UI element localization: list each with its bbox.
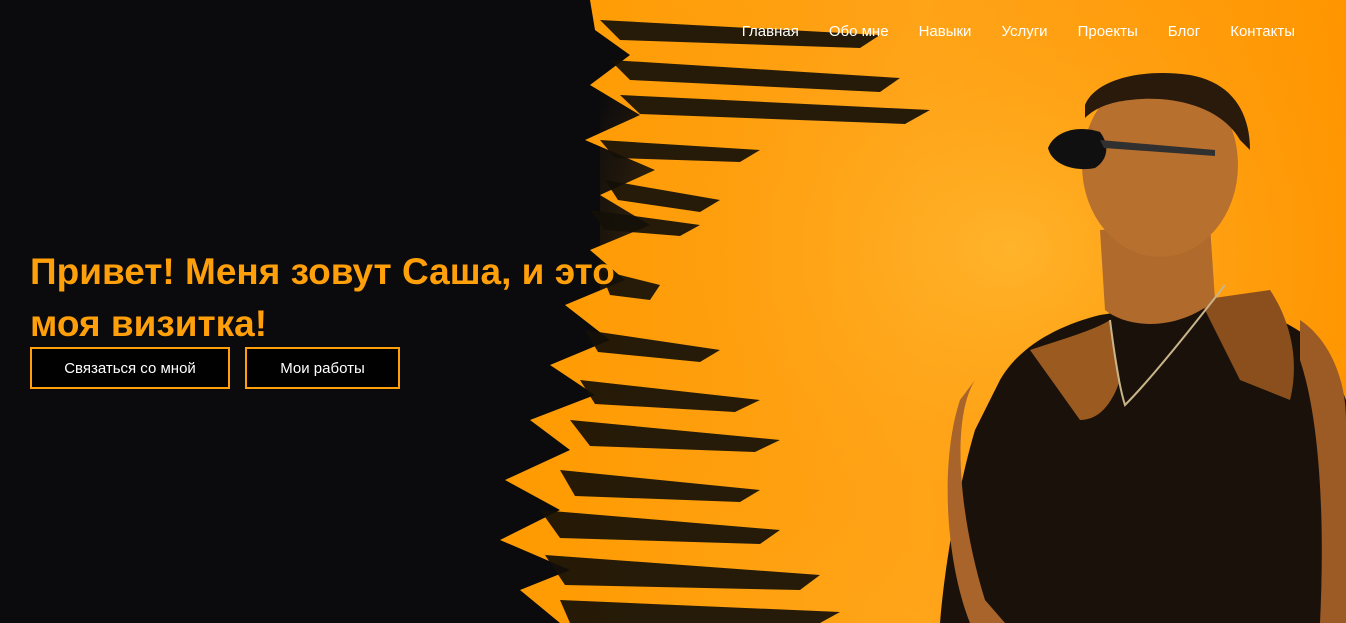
main-nav: Главная Обо мне Навыки Услуги Проекты Бл… [712, 22, 1295, 42]
nav-item-projects[interactable]: Проекты [1078, 22, 1138, 42]
hero-section: Главная Обо мне Навыки Услуги Проекты Бл… [0, 0, 1346, 623]
nav-item-contacts[interactable]: Контакты [1230, 22, 1295, 42]
nav-item-about[interactable]: Обо мне [829, 22, 889, 42]
my-works-button[interactable]: Мои работы [245, 347, 400, 389]
contact-me-button[interactable]: Связаться со мной [30, 347, 230, 389]
nav-item-home[interactable]: Главная [742, 22, 799, 42]
nav-item-blog[interactable]: Блог [1168, 22, 1200, 42]
nav-item-skills[interactable]: Навыки [919, 22, 972, 42]
nav-item-services[interactable]: Услуги [1001, 22, 1047, 42]
hero-headline: Привет! Меня зовут Саша, и это моя визит… [30, 251, 615, 344]
